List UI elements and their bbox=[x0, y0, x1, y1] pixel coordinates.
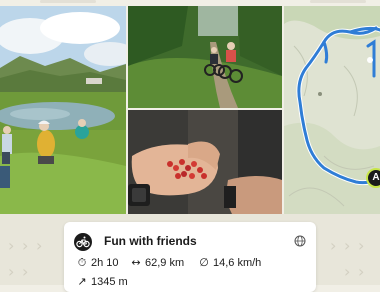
photo-bikers-trail[interactable] bbox=[128, 6, 282, 108]
elevation-value: 1345 m bbox=[91, 276, 128, 288]
photo-hikers-lake[interactable] bbox=[0, 6, 126, 214]
stat-elevation: ↗ 1345 m bbox=[76, 274, 128, 290]
chevron-right-icon: › bbox=[8, 262, 15, 281]
chevron-right-icon: › bbox=[36, 236, 43, 255]
photo-berries-hands[interactable] bbox=[128, 110, 282, 214]
horizontal-arrows-icon: ↔ bbox=[131, 256, 141, 269]
stopwatch-icon: ⏱ bbox=[77, 256, 87, 269]
speed-value: 14,6 km/h bbox=[213, 257, 262, 269]
divider bbox=[310, 0, 366, 3]
chevron-right-icon: › bbox=[344, 236, 351, 255]
chevron-right-icon: › bbox=[358, 262, 365, 281]
distance-value: 62,9 km bbox=[145, 257, 185, 269]
globe-icon[interactable] bbox=[294, 234, 306, 247]
map-marker-label: A bbox=[372, 172, 380, 183]
chevron-right-icon: › bbox=[22, 236, 29, 255]
stat-duration: ⏱ 2h 10 bbox=[76, 255, 119, 271]
divider bbox=[40, 0, 96, 3]
mountain-bike-icon bbox=[74, 233, 92, 251]
tour-card[interactable]: Fun with friends ⏱ 2h 10 ↔ 62,9 km ∅ 14,6 k… bbox=[64, 222, 316, 292]
stat-speed: ∅ 14,6 km/h bbox=[198, 255, 261, 271]
chevron-right-icon: › bbox=[358, 236, 365, 255]
chevron-right-icon: › bbox=[330, 236, 337, 255]
uphill-arrow-icon: ↗ bbox=[77, 275, 87, 288]
duration-value: 2h 10 bbox=[91, 257, 119, 269]
chevron-right-icon: › bbox=[22, 262, 29, 281]
stat-distance: ↔ 62,9 km bbox=[130, 255, 184, 271]
tour-title[interactable]: Fun with friends bbox=[104, 234, 197, 248]
map-start-marker: A bbox=[366, 168, 380, 188]
tour-stats: ⏱ 2h 10 ↔ 62,9 km ∅ 14,6 km/h bbox=[76, 255, 306, 271]
chevron-right-icon: › bbox=[344, 262, 351, 281]
photo-gallery: A bbox=[0, 6, 380, 214]
speed-icon: ∅ bbox=[199, 256, 209, 269]
route-map[interactable]: A bbox=[284, 6, 380, 214]
chevron-right-icon: › bbox=[8, 236, 15, 255]
